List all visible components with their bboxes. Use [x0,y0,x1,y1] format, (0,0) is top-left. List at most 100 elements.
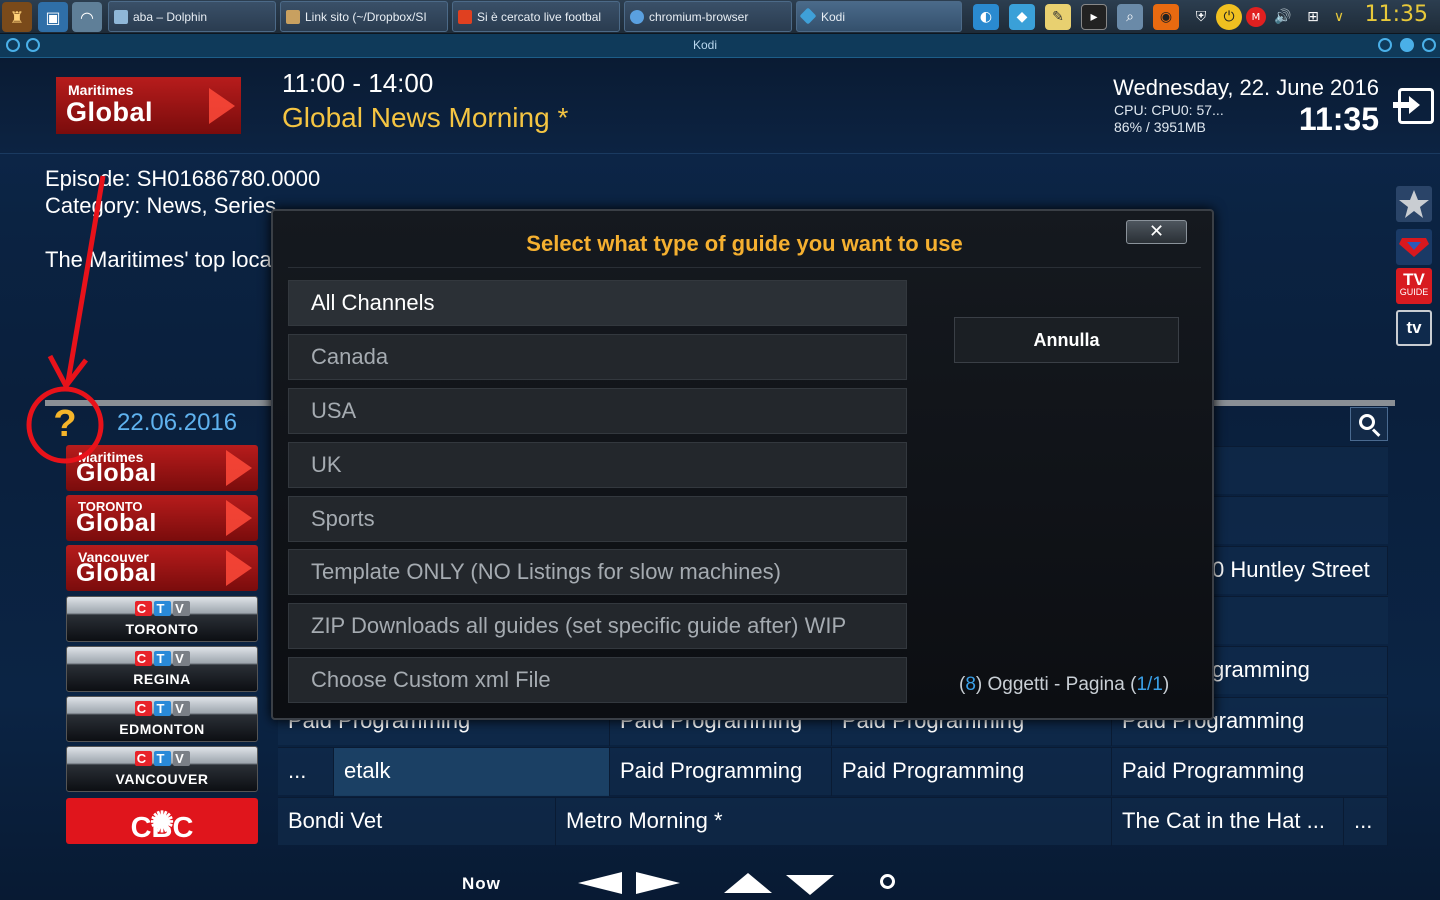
terminal-icon[interactable]: ▸ [1081,4,1107,30]
folder-icon [114,10,128,24]
program-cell[interactable]: etalk [334,748,610,796]
option-sports[interactable]: Sports [288,496,907,542]
program-cell[interactable]: Paid Programming [610,748,832,796]
channel-maritimes-global[interactable]: Maritimes Global [66,445,258,491]
program-title: Global News Morning * [282,102,569,133]
chromium-icon [630,10,644,24]
chevron-down-icon[interactable]: ∨ [1326,4,1352,30]
category: Category: News, Series [45,193,277,218]
annotation-arrow-head [47,354,88,391]
taskbar-task-dolphin[interactable]: aba – Dolphin [108,1,276,32]
option-usa[interactable]: USA [288,388,907,434]
program-cell[interactable]: ... [1344,798,1388,846]
taskbar-task-link-sito[interactable]: Link sito (~/Dropbox/SI [280,1,448,32]
webcam-icon[interactable]: ◉ [1153,4,1179,30]
taskbar-task-kodi[interactable]: Kodi [796,1,962,32]
program-cell[interactable]: ... [278,748,334,796]
record-icon[interactable] [880,874,895,889]
ctv-logo: CTV [67,700,257,717]
now-button[interactable]: Now [462,874,501,894]
superman-icon[interactable] [1396,229,1432,265]
star-icon[interactable] [1396,186,1432,222]
option-custom-xml[interactable]: Choose Custom xml File [288,657,907,703]
arrow-left-icon[interactable] [578,872,622,894]
dialog-divider [288,267,1201,268]
dolphin-app-icon[interactable]: ◠ [72,2,102,32]
taskbar-task-browser-search[interactable]: Si è cercato live footbal [452,1,620,32]
program-cell[interactable]: 0 Huntley Street [1202,547,1388,595]
close-icon[interactable] [1422,38,1436,52]
channel-ctv-toronto[interactable]: CTV TORONTO [66,596,258,642]
ctv-logo: CTV [67,650,257,667]
desktop-icon[interactable]: ▣ [38,2,68,32]
maximize-icon[interactable] [1400,38,1414,52]
browser-icon [458,10,472,24]
option-all-channels[interactable]: All Channels [288,280,907,326]
dialog-title: Select what type of guide you want to us… [526,231,963,256]
description: The Maritimes' top loca [45,247,272,272]
ctv-logo: CTV [67,750,257,767]
now-playing-header: Maritimes Global 11:00 - 14:00 Global Ne… [0,58,1440,154]
search-button[interactable] [1350,407,1388,441]
option-template-only[interactable]: Template ONLY (NO Listings for slow mach… [288,549,907,595]
option-zip-downloads[interactable]: ZIP Downloads all guides (set specific g… [288,603,907,649]
program-cell[interactable]: The Cat in the Hat ... [1112,798,1344,846]
program-cell[interactable]: Paid Programming [832,748,1112,796]
guide-date: 22.06.2016 [117,409,238,436]
channel-toronto-global[interactable]: TORONTO Global [66,495,258,541]
program-cell[interactable]: Paid Programming [1112,748,1388,796]
arrow-up-icon[interactable] [724,873,772,893]
system-stats: CPU: CPU0: 57... 86% / 3951MB [1114,102,1224,136]
window-titlebar: Kodi [0,34,1440,58]
tv-guide-icon[interactable]: TV GUIDE [1396,268,1432,304]
help-icon[interactable]: ? [50,404,80,444]
notes-icon[interactable]: ✎ [1045,4,1071,30]
kodi-task-icon [799,7,817,25]
power-icon[interactable]: ⏻ [1216,4,1242,30]
program-time: 11:00 - 14:00 [282,68,434,98]
episode-id: Episode: SH01686780.0000 [45,166,321,191]
display-icon[interactable]: ◐ [973,4,999,30]
minimize-icon[interactable] [1378,38,1392,52]
channel-logo: Maritimes Global [56,77,241,134]
network-icon[interactable]: ⊞ [1300,4,1326,30]
channel-vancouver-global[interactable]: Vancouver Global [66,545,258,591]
item-count: (8) Oggetti - Pagina (1/1) [959,674,1170,695]
kodi-icon[interactable]: ◆ [1009,4,1035,30]
shield-icon[interactable]: ⛨ [1188,4,1214,30]
option-canada[interactable]: Canada [288,334,907,380]
volume-icon[interactable]: 🔊 [1270,4,1296,30]
editor-icon [286,10,300,24]
taskbar-clock[interactable]: 11:35 [1365,2,1428,27]
program-cell[interactable]: gramming [1202,647,1388,695]
search-tool-icon[interactable]: ⌕ [1117,4,1143,30]
ctv-logo: CTV [67,600,257,617]
current-time: 11:35 [1298,101,1379,137]
program-cell[interactable]: Bondi Vet [278,798,556,846]
window-title: Kodi [692,38,718,52]
memory-usage: 86% / 3951MB [1114,119,1206,135]
guide-row: Bondi Vet Metro Morning * The Cat in the… [278,797,1388,846]
channel-ctv-edmonton[interactable]: CTV EDMONTON [66,696,258,742]
option-uk[interactable]: UK [288,442,907,488]
arrow-down-icon[interactable] [786,875,834,895]
cancel-button[interactable]: Annulla [954,317,1179,363]
channel-cbc[interactable]: ✺ CBC [66,798,258,844]
guide-row: ... etalk Paid Programming Paid Programm… [278,747,1388,796]
search-icon [1359,414,1375,430]
tv-icon[interactable]: tv [1396,310,1432,346]
exit-icon[interactable] [1393,88,1434,124]
taskbar: ♜ ▣ ◠ aba – Dolphin Link sito (~/Dropbox… [0,0,1440,34]
mail-icon[interactable]: M [1246,7,1266,27]
current-date: Wednesday, 22. June 2016 [1113,75,1379,100]
taskbar-task-chromium[interactable]: chromium-browser [624,1,792,32]
guide-type-dialog: Select what type of guide you want to us… [271,209,1214,720]
app-menu-icon[interactable]: ♜ [2,2,32,32]
arrow-right-icon[interactable] [636,872,680,894]
cpu-usage: CPU: CPU0: 57... [1114,102,1224,118]
program-cell[interactable]: Metro Morning * [556,798,1112,846]
cbc-logo: ✺ CBC [130,807,194,844]
channel-ctv-regina[interactable]: CTV REGINA [66,646,258,692]
channel-ctv-vancouver[interactable]: CTV VANCOUVER [66,746,258,792]
dialog-close-button[interactable]: ✕ [1126,220,1187,244]
